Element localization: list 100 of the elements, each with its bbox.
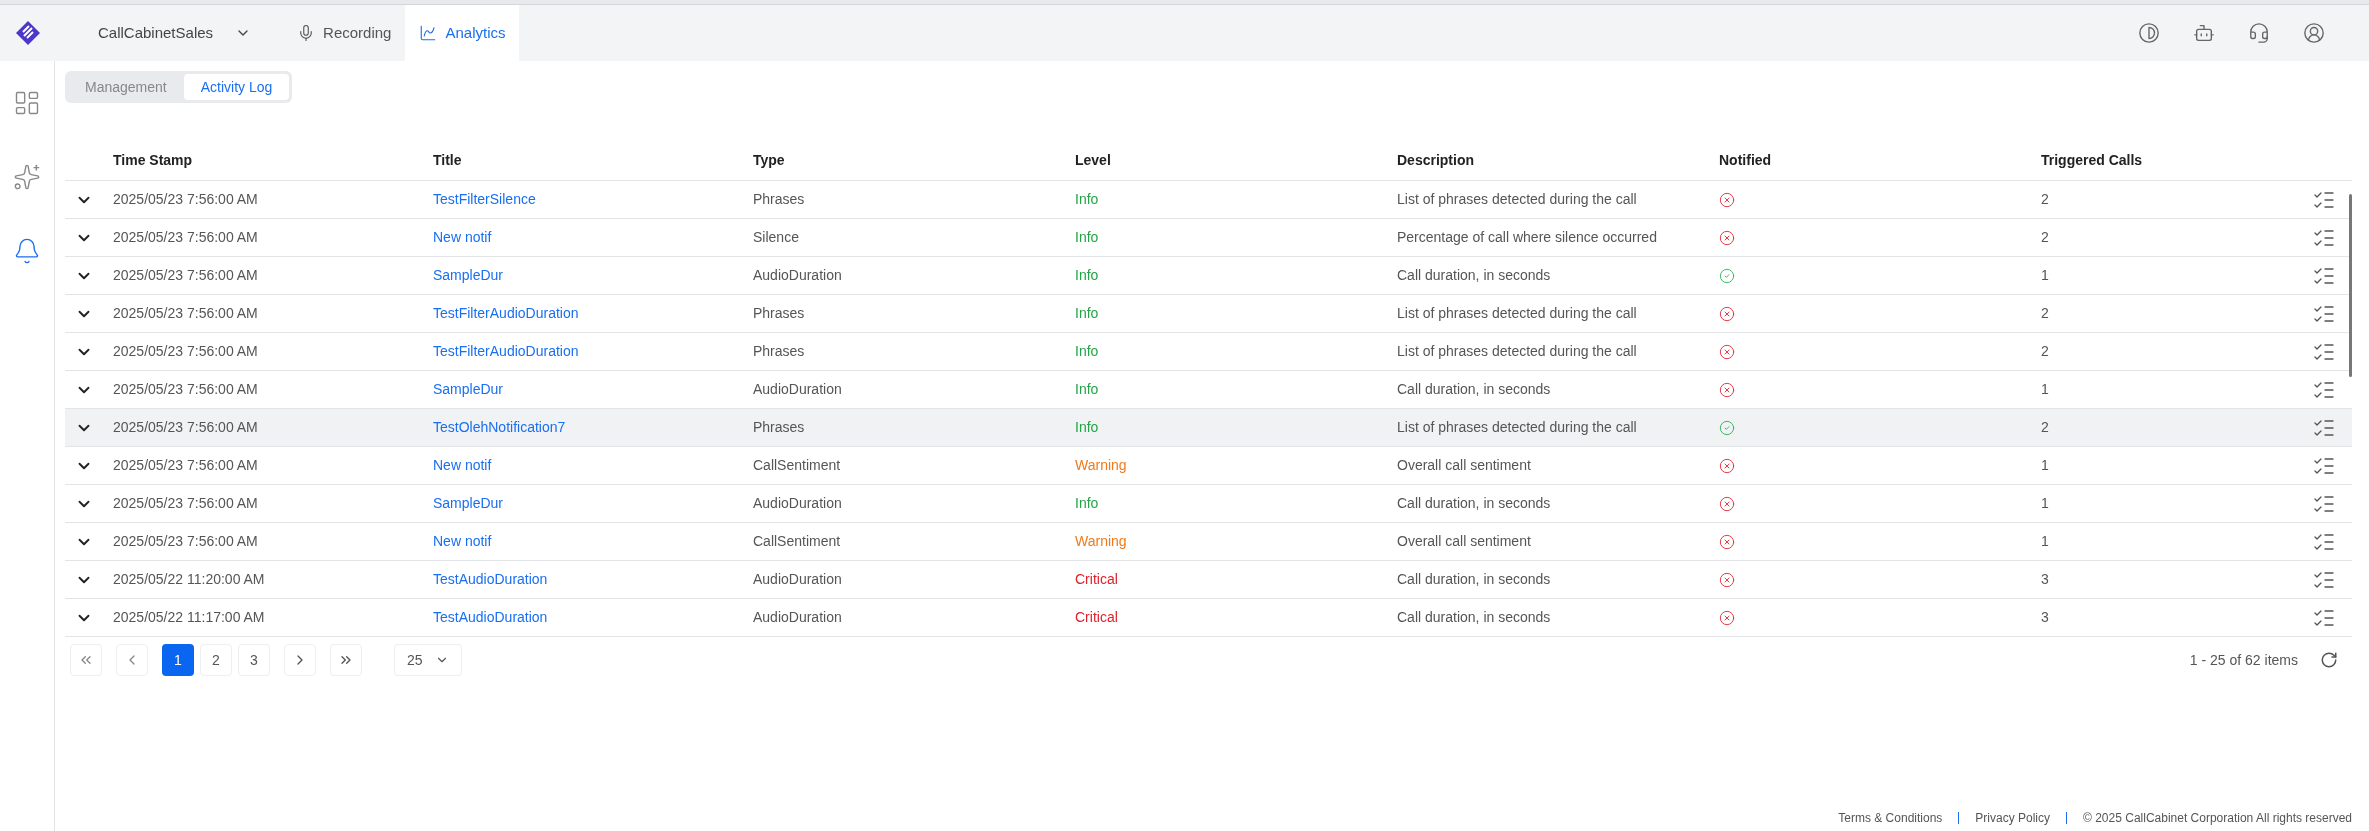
title-link[interactable]: TestAudioDuration	[433, 571, 548, 587]
description-cell-text: Overall call sentiment	[1397, 532, 1532, 551]
type-cell-text: AudioDuration	[753, 494, 843, 513]
dashboard-icon[interactable]	[13, 89, 41, 117]
triggered-calls-cell-text: 2	[2041, 304, 2050, 323]
column-header: Notified	[1719, 151, 1773, 170]
level-cell-text: Info	[1075, 266, 1100, 285]
triggered-calls-cell-text: 1	[2041, 456, 2050, 475]
title-link[interactable]: TestOlehNotification7	[433, 419, 566, 435]
level-cell-text: Info	[1075, 494, 1100, 513]
type-cell-text: Phrases	[753, 304, 806, 323]
nav-tab[interactable]: Recording	[283, 5, 406, 61]
triggered-calls-cell-text: 1	[2041, 532, 2050, 551]
triggered-calls-cell-text: 3	[2041, 570, 2050, 589]
title-link[interactable]: New notif	[433, 533, 492, 549]
type-cell-text: AudioDuration	[753, 570, 843, 589]
triggered-calls-cell-text: 2	[2041, 228, 2050, 247]
nav-tab[interactable]: Analytics	[405, 5, 520, 61]
type-cell-text: Phrases	[753, 190, 806, 209]
bell-icon[interactable]	[13, 237, 41, 265]
chart-icon	[419, 24, 438, 42]
title-link[interactable]: TestFilterAudioDuration	[433, 343, 579, 359]
type-cell-text: AudioDuration	[753, 266, 843, 285]
level-cell-text: Info	[1075, 418, 1100, 437]
description-cell-text: List of phrases detected during the call	[1397, 304, 1638, 323]
last-page-button[interactable]	[330, 644, 362, 676]
level-cell-text: Info	[1075, 228, 1100, 247]
copyright-text: © 2025 CallCabinet Corporation All rights reserved	[2083, 810, 2352, 827]
description-cell-text: Call duration, in seconds	[1397, 380, 1552, 399]
timestamp-cell-text: 2025/05/23 7:56:00 AM	[113, 228, 259, 247]
level-cell-text: Info	[1075, 342, 1100, 361]
level-cell-text: Info	[1075, 380, 1100, 399]
timestamp-cell-text: 2025/05/23 7:56:00 AM	[113, 418, 259, 437]
level-cell-text: Critical	[1075, 570, 1119, 589]
triggered-calls-cell-text: 2	[2041, 418, 2050, 437]
timestamp-cell-text: 2025/05/23 7:56:00 AM	[113, 304, 259, 323]
timestamp-cell-text: 2025/05/23 7:56:00 AM	[113, 342, 259, 361]
title-link[interactable]: SampleDur	[433, 381, 504, 397]
description-cell-text: Call duration, in seconds	[1397, 494, 1552, 513]
headset-icon[interactable]	[2248, 22, 2270, 44]
triggered-calls-cell-text: 1	[2041, 266, 2050, 285]
type-cell-text: AudioDuration	[753, 380, 843, 399]
title-link[interactable]: SampleDur	[433, 495, 504, 511]
page-button[interactable]: 3	[238, 644, 270, 676]
column-header: Description	[1397, 151, 1475, 170]
description-cell-text: List of phrases detected during the call	[1397, 342, 1638, 361]
type-cell-text: CallSentiment	[753, 456, 842, 475]
table-row[interactable]: 2025/05/23 7:56:00 AM TestOlehNotification7 Phrases Info List of phrases detected during the call 2	[65, 409, 2352, 447]
column-header: Type	[753, 151, 786, 170]
column-header: Title	[433, 151, 463, 170]
title-link[interactable]: TestFilterSilence	[433, 191, 536, 207]
logo-icon	[14, 20, 41, 46]
column-header: Triggered Calls	[2041, 151, 2144, 170]
next-page-button[interactable]	[284, 644, 316, 676]
first-page-button[interactable]	[70, 644, 102, 676]
triggered-calls-cell-text: 2	[2041, 342, 2050, 361]
page-button[interactable]: 1	[162, 644, 194, 676]
triggered-calls-cell-text: 1	[2041, 380, 2050, 399]
scrollbar[interactable]	[2349, 194, 2352, 377]
column-header: Level	[1075, 151, 1112, 170]
triggered-calls-cell-text: 3	[2041, 608, 2050, 627]
items-summary: 1 - 25 of 62 items	[2189, 650, 2298, 670]
title-link[interactable]: SampleDur	[433, 267, 504, 283]
type-cell-text: AudioDuration	[753, 608, 843, 627]
contrast-icon[interactable]	[2138, 22, 2160, 44]
footer-link[interactable]: Terms & Conditions	[1838, 809, 1943, 827]
timestamp-cell-text: 2025/05/22 11:17:00 AM	[113, 608, 266, 627]
sparkles-icon[interactable]	[13, 163, 41, 191]
timestamp-cell-text: 2025/05/23 7:56:00 AM	[113, 532, 259, 551]
level-cell-text: Info	[1075, 190, 1100, 209]
level-cell-text: Warning	[1075, 456, 1128, 475]
description-cell-text: List of phrases detected during the call	[1397, 190, 1638, 209]
triggered-calls-cell-text: 1	[2041, 494, 2050, 513]
description-cell-text: Call duration, in seconds	[1397, 570, 1552, 589]
description-cell-text: List of phrases detected during the call	[1397, 418, 1638, 437]
timestamp-cell-text: 2025/05/22 11:20:00 AM	[113, 570, 266, 589]
timestamp-cell-text: 2025/05/23 7:56:00 AM	[113, 494, 259, 513]
type-cell-text: CallSentiment	[753, 532, 842, 551]
title-link[interactable]: TestAudioDuration	[433, 609, 548, 625]
level-cell-text: Critical	[1075, 608, 1119, 627]
timestamp-cell-text: 2025/05/23 7:56:00 AM	[113, 266, 259, 285]
footer-link[interactable]: Privacy Policy	[1975, 809, 2050, 827]
user-icon[interactable]	[2303, 22, 2325, 44]
description-cell-text: Overall call sentiment	[1397, 456, 1532, 475]
refresh-icon[interactable]	[2320, 651, 2338, 669]
title-link[interactable]: TestFilterAudioDuration	[433, 305, 579, 321]
title-link[interactable]: New notif	[433, 229, 492, 245]
triggered-calls-cell-text: 2	[2041, 190, 2050, 209]
page-size-dropdown[interactable]: 25	[394, 644, 462, 676]
timestamp-cell-text: 2025/05/23 7:56:00 AM	[113, 380, 259, 399]
timestamp-cell-text: 2025/05/23 7:56:00 AM	[113, 456, 259, 475]
type-cell-text: Phrases	[753, 342, 806, 361]
title-link[interactable]: New notif	[433, 457, 492, 473]
column-header: Time Stamp	[113, 151, 194, 170]
tab[interactable]: Activity Log	[183, 74, 290, 100]
type-cell-text: Silence	[753, 228, 800, 247]
page-button[interactable]: 2	[200, 644, 232, 676]
workspace-dropdown[interactable]: CallCabinetSales	[90, 5, 260, 61]
type-cell-text: Phrases	[753, 418, 806, 437]
robot-icon[interactable]	[2193, 22, 2215, 44]
